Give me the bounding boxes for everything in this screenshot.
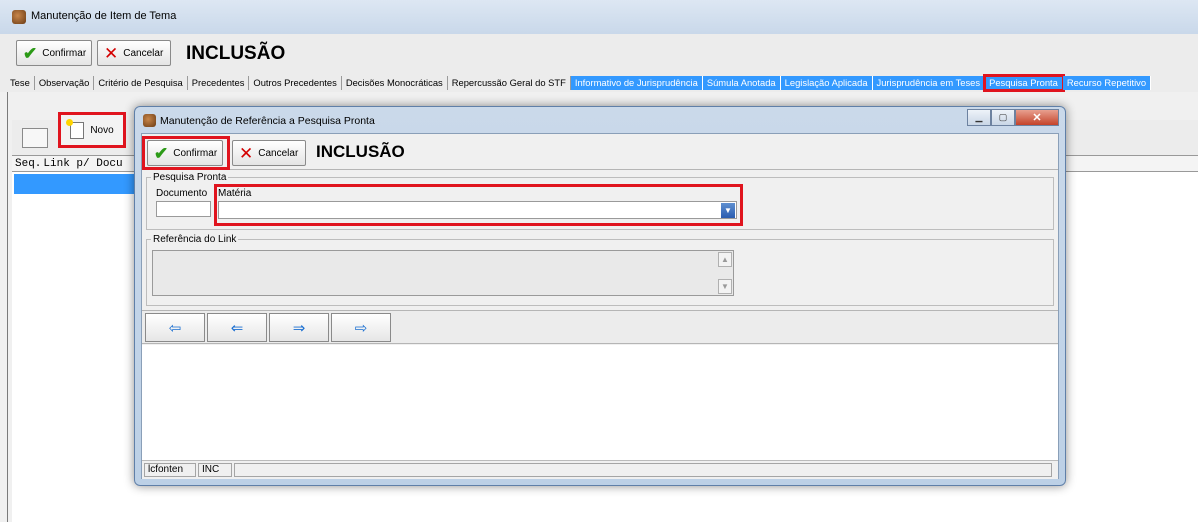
main-window-titlebar: Manutenção de Item de Tema [0, 0, 1198, 34]
tab-pesquisa-pronta[interactable]: Pesquisa Pronta [983, 74, 1065, 92]
main-cancel-button[interactable]: ✕ Cancelar [97, 40, 171, 66]
window-controls: ▁ ▢ ✕ [967, 109, 1059, 126]
dialog-app-icon [143, 114, 156, 127]
main-confirm-button[interactable]: ✔ Confirmar [16, 40, 92, 66]
documento-field[interactable] [156, 201, 211, 217]
minimize-button[interactable]: ▁ [967, 109, 991, 126]
dialog-body: ✔ Confirmar ✕ Cancelar INCLUSÃO Pesquisa… [141, 133, 1059, 479]
novo-button[interactable]: Novo [58, 112, 126, 148]
grid-selected-row[interactable] [14, 174, 144, 194]
tab-jurisprud-ncia-em-teses[interactable]: Jurisprudência em Teses [872, 76, 986, 90]
main-confirm-label: Confirmar [42, 47, 87, 59]
scroll-up-icon[interactable]: ▲ [718, 252, 732, 267]
tab-outros-precedentes[interactable]: Outros Precedentes [249, 76, 342, 90]
maximize-button[interactable]: ▢ [991, 109, 1015, 126]
next-arrow-icon: ⇒ [292, 319, 306, 337]
main-toolbar: ✔ Confirmar ✕ Cancelar INCLUSÃO [0, 34, 1198, 74]
close-icon: ✕ [239, 143, 254, 163]
materia-highlight [214, 184, 743, 226]
main-tab-bar: Tese Observação Critério de Pesquisa Preced… [0, 74, 1198, 92]
tab-repercuss-o-geral-do-stf[interactable]: Repercussão Geral do STF [448, 76, 571, 90]
dialog-titlebar[interactable]: Manutenção de Referência a Pesquisa Pron… [135, 107, 1065, 133]
pesquisa-pronta-legend: Pesquisa Pronta [153, 172, 227, 183]
left-divider [7, 92, 8, 522]
grid-header-link[interactable]: Link p/ Docu [43, 158, 122, 170]
tab-recurso-repetitivo[interactable]: Recurso Repetitivo [1062, 76, 1152, 90]
nav-first-button[interactable]: ⇦ [145, 313, 205, 342]
dialog-cancel-button[interactable]: ✕ Cancelar [232, 140, 306, 166]
documento-label: Documento [156, 188, 208, 199]
pesquisa-pronta-dialog: Manutenção de Referência a Pesquisa Pron… [134, 106, 1066, 486]
tab-informativo-de-jurisprud-ncia[interactable]: Informativo de Jurisprudência [570, 76, 703, 90]
dialog-toolbar: ✔ Confirmar ✕ Cancelar INCLUSÃO [142, 134, 1058, 170]
app-icon [12, 10, 26, 24]
check-icon: ✔ [154, 143, 169, 163]
referencia-link-legend: Referência do Link [153, 234, 237, 245]
close-icon: ✕ [104, 43, 119, 63]
tab-s-mula-anotada[interactable]: Súmula Anotada [702, 76, 781, 90]
referencia-link-memo[interactable] [152, 250, 734, 296]
dialog-confirm-button[interactable]: ✔ Confirmar [147, 140, 223, 166]
status-bar: lcfonten INC [142, 461, 1058, 479]
navigation-bar: ⇦ ⇐ ⇒ ⇨ [142, 310, 1058, 344]
novo-label: Novo [90, 124, 114, 136]
main-mode-label: INCLUSÃO [186, 43, 286, 64]
close-icon: ✕ [1032, 112, 1042, 124]
status-user: lcfonten [144, 463, 196, 477]
dialog-title: Manutenção de Referência a Pesquisa Pron… [160, 115, 375, 127]
nav-last-button[interactable]: ⇨ [331, 313, 391, 342]
nav-prev-button[interactable]: ⇐ [207, 313, 267, 342]
new-document-icon [66, 118, 85, 139]
grid-header-seq[interactable]: Seq. [15, 158, 41, 170]
first-arrow-icon: ⇦ [168, 319, 182, 337]
status-extra [234, 463, 1052, 477]
prev-arrow-icon: ⇐ [230, 319, 244, 337]
maximize-icon: ▢ [998, 112, 1008, 122]
close-window-button[interactable]: ✕ [1015, 109, 1059, 126]
dialog-confirm-label: Confirmar [173, 147, 218, 159]
check-icon: ✔ [23, 43, 38, 63]
dialog-mode-label: INCLUSÃO [316, 142, 405, 161]
tab-precedentes[interactable]: Precedentes [188, 76, 250, 90]
main-window-title: Manutenção de Item de Tema [31, 10, 177, 22]
minimize-icon: ▁ [975, 112, 983, 122]
dialog-cancel-label: Cancelar [258, 147, 299, 159]
main-cancel-label: Cancelar [123, 47, 164, 59]
tab-crit-rio-de-pesquisa[interactable]: Critério de Pesquisa [94, 76, 188, 90]
tab-legisla-o-aplicada[interactable]: Legislação Aplicada [780, 76, 873, 90]
record-indicator-box[interactable] [22, 128, 48, 148]
tab-decis-es-monocr-ticas[interactable]: Decisões Monocráticas [342, 76, 448, 90]
tab-observa-o[interactable]: Observação [35, 76, 95, 90]
status-mode: INC [198, 463, 232, 477]
dialog-empty-area [142, 345, 1058, 461]
scroll-down-icon[interactable]: ▼ [718, 279, 732, 294]
nav-next-button[interactable]: ⇒ [269, 313, 329, 342]
tab-tese[interactable]: Tese [6, 76, 35, 90]
last-arrow-icon: ⇨ [354, 319, 368, 337]
